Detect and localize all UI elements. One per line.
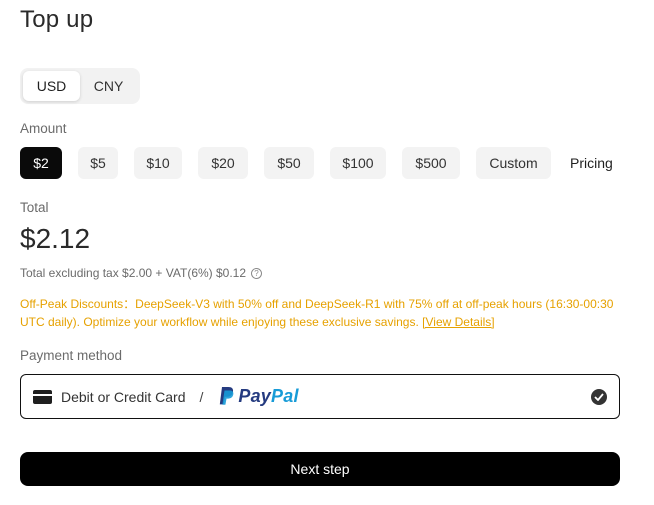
amount-5-button[interactable]: $5 <box>78 147 118 179</box>
question-circle-icon[interactable]: ? <box>251 267 263 279</box>
amount-2-button[interactable]: $2 <box>20 147 62 179</box>
off-peak-promo: Off-Peak Discounts：DeepSeek-V3 with 50% … <box>20 295 620 331</box>
next-step-button[interactable]: Next step <box>20 452 620 486</box>
paypal-icon <box>220 387 234 405</box>
paypal-logo: PayPal <box>217 386 298 407</box>
paypal-word-pay: Pay <box>238 386 272 406</box>
amount-10-button[interactable]: $10 <box>134 147 182 179</box>
check-circle-icon <box>591 389 607 405</box>
page-title: Top up <box>20 6 94 33</box>
payment-method-label: Payment method <box>20 348 123 363</box>
amount-options: $2 $5 $10 $20 $50 $100 $500 Custom Prici… <box>20 147 613 179</box>
total-label: Total <box>20 200 49 215</box>
tax-breakdown: Total excluding tax $2.00 + VAT(6%) $0.1… <box>20 266 263 280</box>
currency-toggle: USD CNY <box>20 68 140 104</box>
currency-cny-button[interactable]: CNY <box>80 71 137 101</box>
amount-custom-button[interactable]: Custom <box>476 147 551 179</box>
pricing-link[interactable]: Pricing <box>570 155 613 171</box>
total-value: $2.12 <box>20 223 91 254</box>
amount-20-button[interactable]: $20 <box>198 147 248 179</box>
amount-50-button[interactable]: $50 <box>264 147 314 179</box>
paypal-word-pal: Pal <box>271 386 299 406</box>
payment-separator: / <box>199 388 204 405</box>
view-details-link[interactable]: [View Details] <box>422 315 494 329</box>
credit-card-icon <box>33 389 52 404</box>
tax-breakdown-text: Total excluding tax $2.00 + VAT(6%) $0.1… <box>20 266 247 280</box>
amount-500-button[interactable]: $500 <box>402 147 460 179</box>
currency-usd-button[interactable]: USD <box>23 71 80 101</box>
promo-text: Off-Peak Discounts：DeepSeek-V3 with 50% … <box>20 297 614 329</box>
card-option-label: Debit or Credit Card <box>61 388 186 405</box>
payment-method-option[interactable]: Debit or Credit Card / PayPal <box>20 374 620 419</box>
amount-100-button[interactable]: $100 <box>330 147 386 179</box>
amount-label: Amount <box>20 121 67 136</box>
